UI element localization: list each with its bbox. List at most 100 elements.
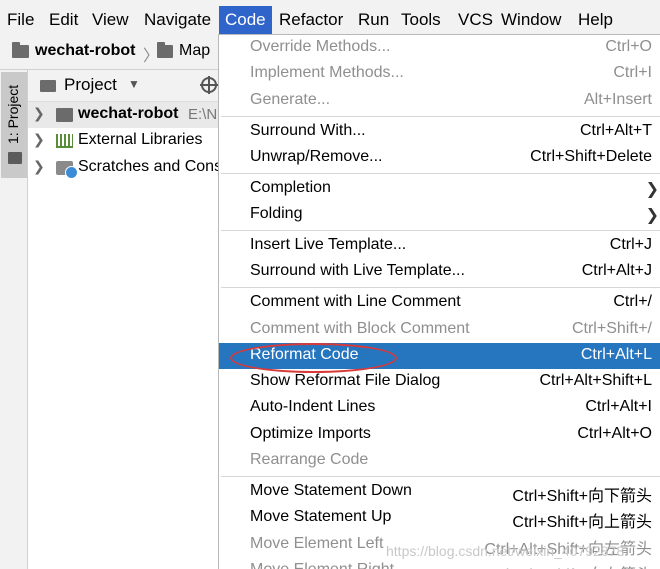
menu-item-move-statement-down[interactable]: Move Statement Down Ctrl+Shift+向下箭头 <box>219 479 660 505</box>
menu-navigate[interactable]: Navigate <box>144 8 211 32</box>
menu-item-shortcut: Ctrl+Alt+Shift+向右箭头 <box>484 561 652 569</box>
menu-item-implement-methods[interactable]: Implement Methods... Ctrl+I <box>219 61 660 87</box>
menu-separator <box>221 230 660 231</box>
project-view-title[interactable]: Project <box>64 75 117 95</box>
menu-item-label: Implement Methods... <box>250 64 404 81</box>
menu-item-generate[interactable]: Generate... Alt+Insert <box>219 88 660 114</box>
menu-item-surround-with-live-template[interactable]: Surround with Live Template... Ctrl+Alt+… <box>219 259 660 285</box>
folder-icon <box>56 108 73 122</box>
menu-item-shortcut: Ctrl+Alt+T <box>579 122 652 139</box>
menu-separator <box>221 287 660 288</box>
menu-item-rearrange-code[interactable]: Rearrange Code <box>219 448 660 474</box>
menu-item-label: Move Statement Down <box>250 482 412 499</box>
menu-item-shortcut: Ctrl+Alt+Shift+L <box>539 372 653 389</box>
menu-item-label: Move Element Right <box>250 561 394 569</box>
menu-item-label: Move Statement Up <box>250 508 392 525</box>
menu-item-label: Comment with Line Comment <box>250 293 461 310</box>
navigation-bar: wechat-robot 〉 Map <box>0 36 220 70</box>
menu-separator <box>221 476 660 477</box>
folder-icon <box>12 42 29 58</box>
menu-item-label: Override Methods... <box>250 38 391 55</box>
menu-item-label: Folding <box>250 205 303 222</box>
code-menu-dropdown: Override Methods... Ctrl+O Implement Met… <box>218 34 660 569</box>
menu-item-label: Generate... <box>250 91 331 108</box>
menu-item-completion[interactable]: Completion ❯ <box>219 176 660 202</box>
menu-edit[interactable]: Edit <box>49 8 78 32</box>
menu-vcs[interactable]: VCS <box>458 8 493 32</box>
menu-separator <box>221 116 660 117</box>
menu-view[interactable]: View <box>92 8 129 32</box>
expand-arrow-icon[interactable]: ❯ <box>33 158 45 175</box>
menu-item-label: Show Reformat File Dialog <box>250 372 441 389</box>
menu-item-shortcut: Ctrl+Shift+向下箭头 <box>512 488 652 505</box>
menu-item-surround-with[interactable]: Surround With... Ctrl+Alt+T <box>219 119 660 145</box>
menu-item-show-reformat-file-dialog[interactable]: Show Reformat File Dialog Ctrl+Alt+Shift… <box>219 369 660 395</box>
project-view-icon <box>40 80 56 92</box>
submenu-arrow-icon: ❯ <box>645 207 659 224</box>
menu-item-folding[interactable]: Folding ❯ <box>219 202 660 228</box>
menu-item-auto-indent-lines[interactable]: Auto-Indent Lines Ctrl+Alt+I <box>219 395 660 421</box>
menu-file[interactable]: File <box>7 8 34 32</box>
tree-row-label: wechat-robot <box>78 105 179 122</box>
menu-item-move-element-right[interactable]: Move Element Right Ctrl+Alt+Shift+向右箭头 <box>219 558 660 569</box>
expand-arrow-icon[interactable]: ❯ <box>33 105 45 122</box>
menu-item-shortcut: Ctrl+O <box>605 38 652 55</box>
submenu-arrow-icon: ❯ <box>645 181 659 198</box>
menu-item-optimize-imports[interactable]: Optimize Imports Ctrl+Alt+O <box>219 422 660 448</box>
menu-item-comment-line[interactable]: Comment with Line Comment Ctrl+/ <box>219 290 660 316</box>
menu-item-comment-block[interactable]: Comment with Block Comment Ctrl+Shift+/ <box>219 317 660 343</box>
menu-bar: File Edit View Navigate Code Refactor Ru… <box>0 0 660 36</box>
menu-item-label: Unwrap/Remove... <box>250 148 383 165</box>
breadcrumb-project[interactable]: wechat-robot <box>35 42 135 60</box>
menu-item-label: Surround with Live Template... <box>250 262 465 279</box>
tree-row-label: External Libraries <box>78 131 203 148</box>
menu-tools[interactable]: Tools <box>401 8 441 32</box>
project-panel-header: Project ▼ <box>28 70 220 102</box>
project-tab-label: 1: Project <box>5 84 21 144</box>
menu-item-label: Optimize Imports <box>250 425 371 442</box>
menu-item-shortcut: Ctrl+I <box>613 64 652 81</box>
menu-item-shortcut: Ctrl+Alt+O <box>577 425 652 442</box>
menu-item-shortcut: Ctrl+Alt+I <box>585 398 652 415</box>
tree-row-scratches[interactable]: ❯ Scratches and Cons <box>28 155 223 181</box>
menu-item-label: Completion <box>250 179 331 196</box>
menu-item-insert-live-template[interactable]: Insert Live Template... Ctrl+J <box>219 233 660 259</box>
menu-item-shortcut: Ctrl+Shift+/ <box>571 320 652 337</box>
menu-item-shortcut: Ctrl+/ <box>613 293 652 310</box>
libraries-icon <box>56 134 73 148</box>
menu-item-label: Move Element Left <box>250 535 384 552</box>
menu-item-move-statement-up[interactable]: Move Statement Up Ctrl+Shift+向上箭头 <box>219 505 660 531</box>
menu-item-label: Rearrange Code <box>250 451 369 468</box>
project-tool-tab[interactable]: 1: Project <box>1 72 27 178</box>
scratches-icon <box>56 161 78 179</box>
tree-row-project[interactable]: ❯ wechat-robot E:\N <box>28 102 220 128</box>
locate-icon[interactable] <box>200 76 218 94</box>
menu-item-label: Surround With... <box>250 122 366 139</box>
menu-code[interactable]: Code <box>219 6 272 34</box>
tree-row-path: E:\N <box>188 106 218 123</box>
tree-row-label: Scratches and Cons <box>78 158 223 175</box>
menu-item-unwrap-remove[interactable]: Unwrap/Remove... Ctrl+Shift+Delete <box>219 145 660 171</box>
menu-item-override-methods[interactable]: Override Methods... Ctrl+O <box>219 35 660 61</box>
menu-help[interactable]: Help <box>578 8 613 32</box>
breadcrumb-next[interactable]: Map <box>179 42 210 60</box>
tree-row-external-libraries[interactable]: ❯ External Libraries <box>28 128 220 154</box>
menu-item-shortcut: Ctrl+Alt+L <box>580 346 652 363</box>
menu-item-shortcut: Ctrl+Shift+Delete <box>530 148 652 165</box>
menu-item-label: Insert Live Template... <box>250 236 407 253</box>
expand-arrow-icon[interactable]: ❯ <box>33 131 45 148</box>
dropdown-caret-icon[interactable]: ▼ <box>128 77 140 91</box>
watermark: https://blog.csdn.net/weixin_40792878 <box>386 543 625 559</box>
folder-icon <box>8 152 22 164</box>
tool-window-stripe: 1: Project <box>0 70 28 569</box>
menu-item-label: Auto-Indent Lines <box>250 398 376 415</box>
menu-window[interactable]: Window <box>501 8 561 32</box>
menu-run[interactable]: Run <box>358 8 389 32</box>
menu-item-shortcut: Alt+Insert <box>583 91 652 108</box>
module-folder-icon <box>157 42 173 58</box>
menu-refactor[interactable]: Refactor <box>279 8 343 32</box>
menu-item-label: Comment with Block Comment <box>250 320 470 337</box>
menu-item-shortcut: Ctrl+Alt+J <box>581 262 652 279</box>
menu-separator <box>221 173 660 174</box>
menu-item-shortcut: Ctrl+Shift+向上箭头 <box>512 514 652 531</box>
